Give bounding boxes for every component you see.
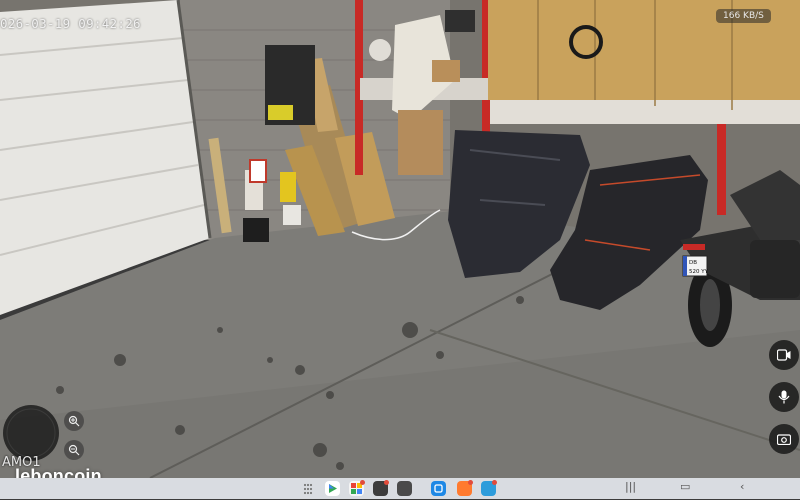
home-button[interactable]: ▭ <box>680 480 690 493</box>
snapshot-button[interactable] <box>769 424 799 454</box>
snapshot-icon <box>777 434 791 445</box>
notification-badge <box>360 480 365 485</box>
app-icon-7[interactable] <box>481 480 497 496</box>
notification-badge <box>468 480 473 485</box>
recent-apps-button[interactable]: ||| <box>625 480 636 493</box>
app-grid-icon <box>303 483 313 495</box>
ptz-joystick[interactable] <box>3 405 59 461</box>
notification-badge <box>492 480 497 485</box>
app-icon-2[interactable] <box>349 480 365 496</box>
back-icon: ‹ <box>740 480 745 493</box>
garage-scene: DB 520 YY <box>0 0 800 478</box>
video-record-icon <box>777 349 791 361</box>
camera-feed: DB 520 YY <box>0 0 800 478</box>
license-plate-line2: 520 YY <box>689 269 709 275</box>
timestamp-overlay: 026-03-19 09:42:26 <box>0 16 141 31</box>
app-icon-3[interactable] <box>373 480 389 496</box>
microphone-icon <box>778 390 790 404</box>
home-icon: ▭ <box>680 480 691 493</box>
joystick-icon <box>6 408 56 458</box>
license-plate-line1: DB <box>689 260 697 266</box>
recent-apps-icon: ||| <box>625 480 637 493</box>
zoom-out-button[interactable] <box>64 440 84 460</box>
transfer-rate-badge: 166 KB/S <box>716 9 771 23</box>
record-video-button[interactable] <box>769 340 799 370</box>
app-icon-6[interactable] <box>457 480 473 496</box>
app-drawer-button[interactable] <box>302 481 314 496</box>
app-icon-play-store[interactable] <box>325 481 340 496</box>
play-store-icon <box>329 484 337 493</box>
app-icon-5[interactable] <box>431 481 446 496</box>
microphone-button[interactable] <box>769 382 799 412</box>
zoom-in-button[interactable] <box>64 411 84 431</box>
square-app-icon <box>434 484 443 493</box>
zoom-in-icon <box>68 415 80 427</box>
zoom-out-icon <box>68 444 80 456</box>
back-button[interactable]: ‹ <box>740 480 744 493</box>
app-icon-4[interactable] <box>397 481 412 496</box>
notification-badge <box>384 480 389 485</box>
